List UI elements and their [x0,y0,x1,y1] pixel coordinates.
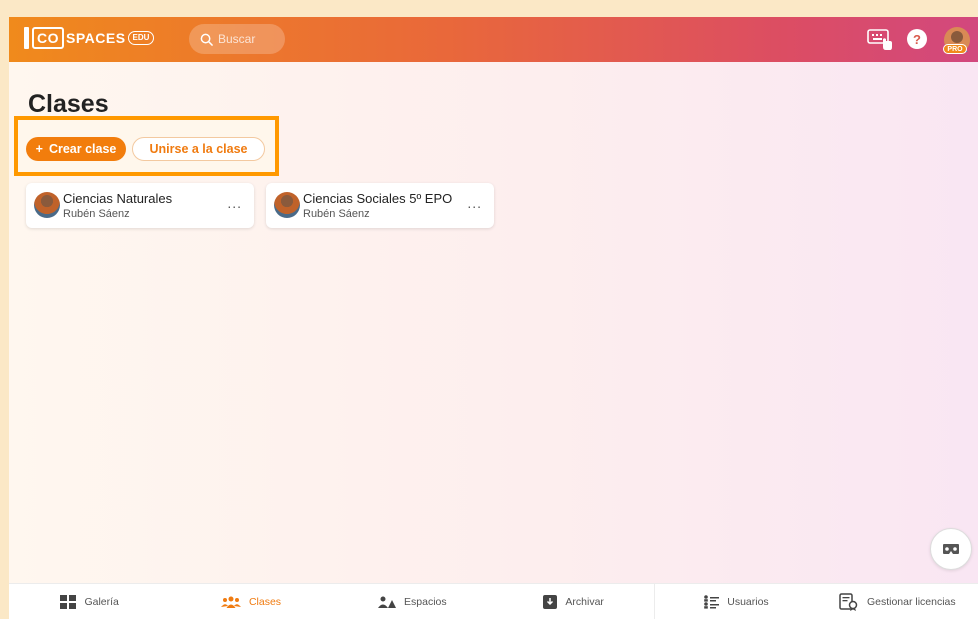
archive-icon [543,594,558,609]
nav-label: Usuarios [727,595,769,608]
keyboard-shortcuts-icon[interactable] [867,27,893,51]
plus-icon: + [35,142,43,156]
app-window: CO SPACES EDU ? [9,17,978,619]
nav-espacios[interactable]: Espacios [332,584,493,619]
top-bar: CO SPACES EDU ? [9,17,978,62]
bottom-navigation: Galería Clases Espacios Archivar Usuario… [9,583,978,619]
teacher-avatar [34,192,60,218]
class-card[interactable]: Ciencias Naturales Rubén Sáenz ... [26,183,254,228]
pro-badge: PRO [943,44,967,54]
search-box[interactable] [189,24,285,54]
vr-headset-button[interactable] [930,528,972,570]
nav-usuarios[interactable]: Usuarios [655,584,816,619]
create-class-label: Crear clase [48,142,117,156]
nav-gestionar-licencias[interactable]: Gestionar licencias [817,584,978,619]
users-list-icon [704,594,720,609]
teacher-avatar [274,192,300,218]
logo-spaces: SPACES [66,30,126,46]
more-options-icon[interactable]: ... [467,195,482,211]
spaces-icon [378,596,397,608]
grid-icon [60,594,77,609]
class-owner: Rubén Sáenz [63,208,130,220]
nav-galeria[interactable]: Galería [9,584,170,619]
join-class-button[interactable]: Unirse a la clase [132,137,265,161]
page-title: Clases [28,90,109,118]
nav-label: Clases [248,595,282,608]
logo-co: CO [32,27,64,49]
nav-label: Espacios [404,595,447,608]
search-icon [200,33,213,46]
help-symbol: ? [913,31,921,47]
vr-headset-icon [943,544,959,554]
join-class-label: Unirse a la clase [149,142,248,156]
class-title: Ciencias Naturales [63,191,173,206]
class-card[interactable]: Ciencias Sociales 5º EPO Rubén Sáenz ... [266,183,494,228]
search-input[interactable] [218,32,278,46]
help-icon[interactable]: ? [907,29,927,49]
nav-label: Archivar [565,595,604,608]
people-icon [220,596,241,608]
logo-edu-badge: EDU [127,31,155,45]
nav-label: Galería [84,595,119,608]
nav-label: Gestionar licencias [866,595,956,608]
nav-clases[interactable]: Clases [170,584,331,619]
more-options-icon[interactable]: ... [227,195,242,211]
create-class-button[interactable]: + Crear clase [26,137,126,161]
cospaces-logo[interactable]: CO SPACES EDU [24,26,155,50]
class-owner: Rubén Sáenz [303,208,370,220]
class-title: Ciencias Sociales 5º EPO [303,191,453,206]
user-avatar[interactable]: PRO [941,23,973,57]
nav-archivar[interactable]: Archivar [493,584,654,619]
logo-bar [24,27,29,49]
license-icon [839,592,858,611]
